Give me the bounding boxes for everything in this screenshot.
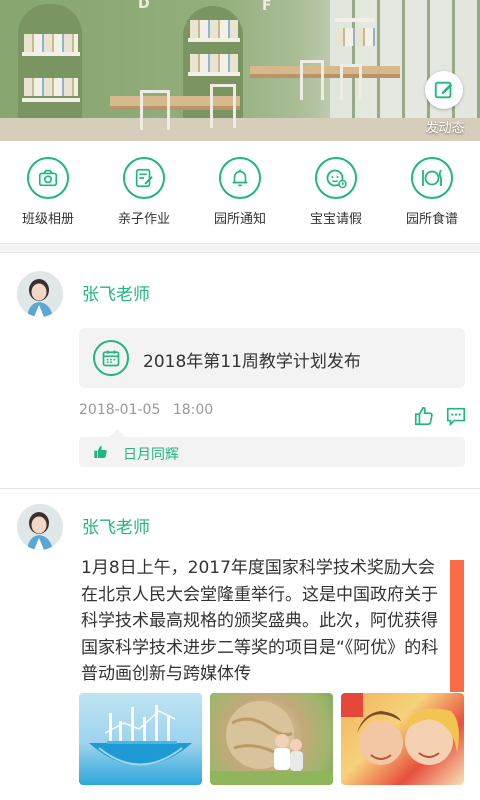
banner-books: [190, 20, 238, 38]
post-photo[interactable]: [341, 693, 464, 785]
banner-books: [24, 78, 78, 96]
top-banner: D F: [0, 0, 480, 141]
notice-title: 2018年第11周教学计划发布: [143, 352, 361, 372]
plate-icon: [411, 157, 453, 199]
globe-children-photo: [210, 701, 333, 785]
banner-shelf: [22, 98, 80, 102]
banner-books: [24, 34, 78, 52]
quick-menu: 班级相册 亲子作业 园所通知 宝宝请假 园所食谱: [0, 141, 480, 243]
happy-kids-photo: [341, 693, 459, 765]
thumbs-up-icon: [414, 406, 433, 426]
baby-leave-icon: [315, 157, 357, 199]
banner-shelf: [188, 72, 240, 76]
post-date: 2018-01-05: [79, 402, 161, 418]
post-text: 1月8日上午，2017年度国家科学技术奖励大会在北京人民大会堂隆重举行。这是中国…: [81, 558, 439, 684]
teacher-avatar-image: [17, 504, 63, 550]
avatar[interactable]: [17, 504, 63, 550]
banner-shelf: [335, 18, 375, 22]
post-photo[interactable]: [210, 693, 333, 785]
bell-icon: [219, 157, 261, 199]
menu-item-notices[interactable]: 园所通知: [192, 141, 288, 243]
menu-item-class-album[interactable]: 班级相册: [0, 141, 96, 243]
post-timestamp: 2018-01-05 18:00: [79, 402, 213, 418]
menu-label: 亲子作业: [117, 212, 170, 227]
comment-button[interactable]: [445, 405, 467, 427]
author-name[interactable]: 张飞老师: [82, 513, 150, 538]
menu-label: 宝宝请假: [309, 212, 362, 227]
menu-item-baby-leave[interactable]: 宝宝请假: [288, 141, 384, 243]
banner-letter: F: [262, 0, 272, 14]
comment-icon: [446, 407, 466, 427]
avatar[interactable]: [17, 271, 63, 317]
banner-books: [190, 54, 238, 72]
calendar-icon: [93, 340, 129, 376]
banner-chair: [210, 84, 236, 128]
post-status-button[interactable]: [425, 71, 463, 109]
post-status-label[interactable]: 发动态: [418, 117, 472, 136]
scroll-indicator: [450, 560, 464, 692]
menu-item-homework[interactable]: 亲子作业: [96, 141, 192, 243]
banner-chair: [300, 60, 324, 100]
banner-table: [250, 66, 400, 78]
teacher-avatar-image: [17, 271, 63, 317]
section-divider: [0, 243, 480, 253]
camera-icon: [27, 157, 69, 199]
banner-shelf: [22, 52, 80, 56]
banner-chair: [140, 90, 170, 130]
post-photo[interactable]: [79, 693, 202, 785]
thumbs-up-filled-icon: [94, 446, 107, 458]
author-name[interactable]: 张飞老师: [82, 280, 150, 305]
likes-bar: 日月同辉: [79, 429, 465, 467]
banner-floor: [0, 118, 480, 141]
banner-books: [335, 28, 375, 46]
homework-icon: [123, 157, 165, 199]
menu-label: 班级相册: [21, 212, 74, 227]
banner-chair: [340, 64, 362, 100]
feed-separator: [0, 488, 480, 489]
liked-by-user[interactable]: 日月同辉: [123, 444, 179, 464]
menu-label: 园所通知: [213, 212, 266, 227]
edit-icon: [434, 81, 453, 99]
notice-card[interactable]: 2018年第11周教学计划发布: [79, 328, 465, 388]
menu-label: 园所食谱: [405, 212, 458, 227]
banner-shelf: [188, 38, 240, 42]
menu-item-recipes[interactable]: 园所食谱: [384, 141, 480, 243]
like-button[interactable]: [413, 405, 435, 427]
banner-letter: D: [138, 0, 150, 12]
science-illustration: [89, 705, 192, 766]
post-time: 18:00: [172, 402, 214, 418]
